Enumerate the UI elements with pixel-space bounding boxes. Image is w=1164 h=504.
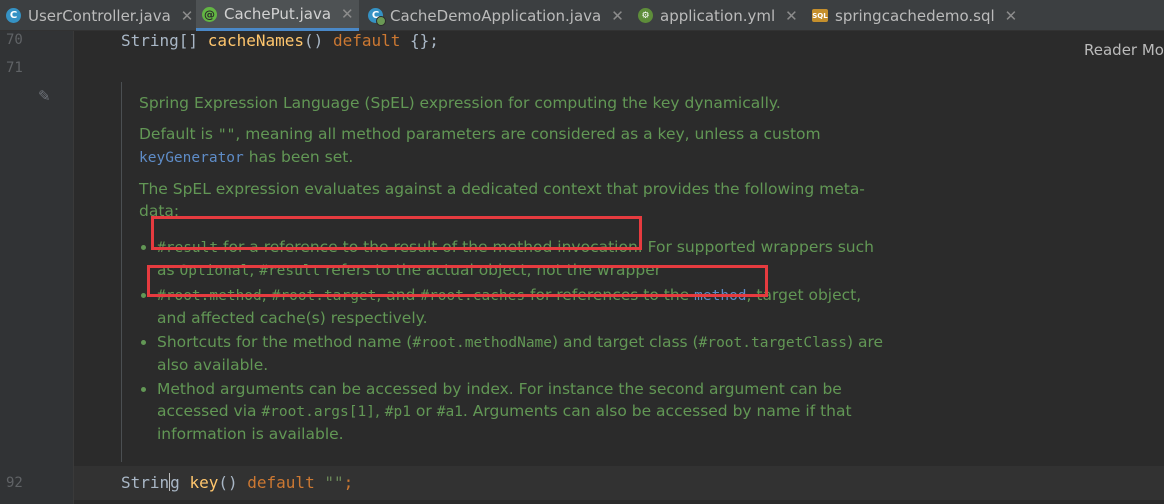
parens: () (304, 31, 324, 50)
highlight-box-result (151, 216, 642, 250)
keygenerator-link[interactable]: keyGenerator (139, 150, 244, 166)
sql-file-icon: SQL (812, 9, 828, 22)
doc-comment-bar (121, 82, 122, 462)
tab-label: CacheDemoApplication.java (390, 6, 602, 25)
close-icon[interactable]: ✕ (611, 7, 624, 25)
close-icon[interactable]: ✕ (785, 7, 798, 25)
tab-label: UserController.java (28, 6, 171, 25)
tab-springcachedemo-sql[interactable]: SQL springcachedemo.sql ✕ (806, 0, 1026, 31)
doc-code: #a1 (436, 404, 463, 420)
doc-text: , meaning all method parameters are cons… (235, 125, 821, 143)
doc-text: or (411, 402, 437, 420)
close-icon[interactable]: ✕ (181, 7, 194, 25)
close-icon[interactable]: ✕ (1005, 7, 1018, 25)
doc-code: #root.targetClass (698, 335, 848, 351)
tab-label: application.yml (660, 6, 776, 25)
list-item: Shortcuts for the method name (#root.met… (157, 331, 889, 376)
tab-label: CachePut.java (224, 5, 332, 23)
string-literal: "" (324, 473, 344, 492)
line-number: 71 (6, 60, 23, 76)
doc-code: "" (217, 127, 236, 143)
doc-text: , (374, 402, 385, 420)
spring-config-icon: ⚙ (638, 8, 653, 23)
keyword: default (332, 31, 401, 50)
line-number: 92 (6, 475, 23, 491)
tab-label: springcachedemo.sql (835, 6, 995, 25)
type-name: String[] (121, 31, 199, 50)
gutter-divider (73, 31, 74, 504)
edit-pencil-icon[interactable]: ✎ (38, 87, 51, 105)
code-line-92[interactable]: String key() default ""; (121, 473, 353, 492)
default-value: {}; (410, 31, 439, 50)
doc-code: #root.args[1] (261, 404, 375, 420)
tab-cachedemoapplication[interactable]: C CacheDemoApplication.java ✕ (362, 0, 628, 31)
java-class-icon: C (6, 8, 21, 23)
doc-text: Default is (139, 125, 218, 143)
doc-code: #p1 (384, 404, 411, 420)
line-number-gutter (0, 31, 74, 504)
tab-cacheput[interactable]: @ CachePut.java ✕ (196, 0, 359, 31)
method-name: key (189, 473, 219, 492)
type-name: g (170, 473, 180, 492)
method-name: cacheNames (207, 31, 305, 50)
doc-code: #root.methodName (412, 335, 553, 351)
doc-text: Shortcuts for the method name ( (157, 333, 413, 351)
highlight-box-root-method (147, 265, 768, 297)
annotation-icon: @ (202, 6, 217, 22)
doc-text: ) and target class ( (552, 333, 699, 351)
doc-text: has been set. (243, 148, 354, 166)
code-line-70[interactable]: String[] cacheNames() default {}; (121, 31, 439, 50)
spring-boot-class-icon: C (368, 8, 386, 26)
doc-paragraph: Default is "", meaning all method parame… (139, 123, 889, 169)
list-item: Method arguments can be accessed by inde… (157, 378, 889, 445)
line-number: 70 (6, 32, 23, 48)
tab-usercontroller[interactable]: C UserController.java ✕ (0, 0, 196, 31)
tab-application-yml[interactable]: ⚙ application.yml ✕ (632, 0, 804, 31)
keyword: default (247, 473, 315, 492)
type-name: Strin (121, 473, 170, 492)
doc-paragraph: Spring Expression Language (SpEL) expres… (139, 94, 781, 112)
parens: () (218, 473, 238, 492)
reader-mode-button[interactable]: Reader Mo (1084, 41, 1164, 59)
close-icon[interactable]: ✕ (341, 5, 354, 23)
editor-tab-bar: C UserController.java ✕ @ CachePut.java … (0, 0, 1164, 31)
semicolon: ; (343, 473, 354, 492)
